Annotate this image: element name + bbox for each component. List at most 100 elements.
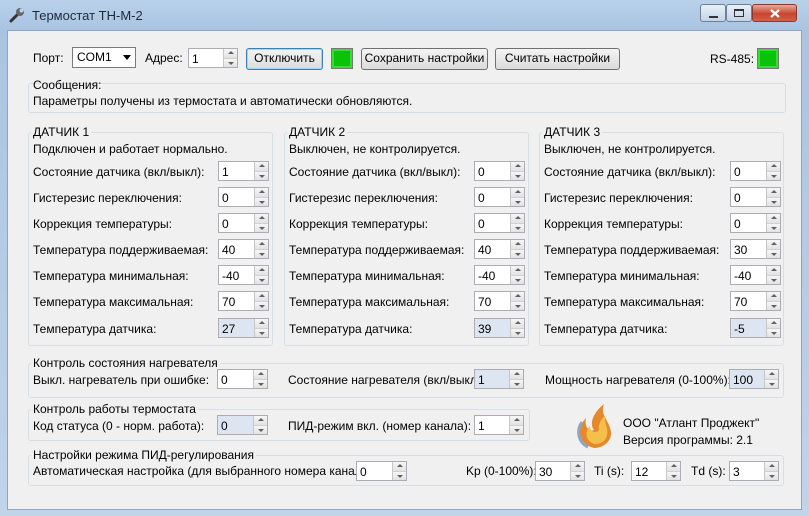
stepper-up-icon[interactable] [510,214,524,223]
stepper-up-icon[interactable] [509,370,523,379]
stepper-up-icon[interactable] [254,292,268,301]
stepper-down-icon[interactable] [510,197,524,206]
stepper-down-icon[interactable] [392,471,406,480]
stepper-up-icon[interactable] [392,462,406,471]
status-code-stepper[interactable]: 0 [217,415,268,435]
sensor-current-stepper[interactable]: 39 [474,318,525,338]
stepper-up-icon[interactable] [766,214,780,223]
sensor-correction-stepper[interactable]: 0 [474,213,525,233]
sensor-min-stepper[interactable]: -40 [218,265,269,285]
stepper-down-icon[interactable] [766,223,780,232]
stepper-up-icon[interactable] [510,240,524,249]
stepper-up-icon[interactable] [253,416,267,425]
sensor-target-stepper[interactable]: 40 [474,239,525,259]
stepper-down-icon[interactable] [509,379,523,388]
save-settings-button[interactable]: Сохранить настройки [361,48,488,70]
stepper-up-icon[interactable] [509,416,523,425]
stepper-up-icon[interactable] [766,292,780,301]
stepper-up-icon[interactable] [223,49,237,58]
sensor-max-stepper[interactable]: 70 [730,291,781,311]
stepper-up-icon[interactable] [254,240,268,249]
stepper-down-icon[interactable] [254,223,268,232]
stepper-down-icon[interactable] [666,471,680,480]
pid-channel-stepper[interactable]: 1 [474,415,524,435]
sensor-hysteresis-stepper[interactable]: 0 [474,187,525,207]
stepper-down-icon[interactable] [510,275,524,284]
stepper-down-icon[interactable] [510,249,524,258]
stepper-up-icon[interactable] [254,319,268,328]
stepper-up-icon[interactable] [510,162,524,171]
sensor-current-stepper[interactable]: 27 [218,318,269,338]
disconnect-button[interactable]: Отключить [246,48,323,70]
stepper-down-icon[interactable] [510,301,524,310]
td-stepper[interactable]: 3 [729,461,779,481]
close-button[interactable] [752,4,797,22]
title-bar[interactable]: Термостат ТН-М-2 [0,0,809,30]
sensor-max-stepper[interactable]: 70 [474,291,525,311]
kp-stepper[interactable]: 30 [535,461,585,481]
sensor-correction-stepper[interactable]: 0 [730,213,781,233]
stepper-down-icon[interactable] [766,275,780,284]
heater-state-stepper[interactable]: 1 [474,369,524,389]
maximize-button[interactable] [726,4,752,22]
stepper-up-icon[interactable] [510,319,524,328]
stepper-up-icon[interactable] [510,266,524,275]
stepper-up-icon[interactable] [766,188,780,197]
stepper-up-icon[interactable] [766,240,780,249]
address-stepper[interactable]: 1 [188,48,238,68]
stepper-up-icon[interactable] [253,370,267,379]
stepper-down-icon[interactable] [254,301,268,310]
stepper-up-icon[interactable] [766,319,780,328]
stepper-down-icon[interactable] [766,197,780,206]
stepper-down-icon[interactable] [570,471,584,480]
stepper-down-icon[interactable] [254,197,268,206]
stepper-down-icon[interactable] [509,425,523,434]
stepper-down-icon[interactable] [510,223,524,232]
sensor-target-stepper[interactable]: 40 [218,239,269,259]
sensor-max-stepper[interactable]: 70 [218,291,269,311]
sensor-correction-stepper[interactable]: 0 [218,213,269,233]
stepper-down-icon[interactable] [766,301,780,310]
heater-error-stepper[interactable]: 0 [217,369,268,389]
sensor-min-stepper[interactable]: -40 [730,265,781,285]
sensor-current-stepper[interactable]: -5 [730,318,781,338]
stepper-up-icon[interactable] [764,462,778,471]
stepper-down-icon[interactable] [510,328,524,337]
stepper-down-icon[interactable] [254,328,268,337]
pid-auto-stepper[interactable]: 0 [356,461,407,481]
stepper-down-icon[interactable] [766,171,780,180]
stepper-down-icon[interactable] [510,171,524,180]
stepper-up-icon[interactable] [254,214,268,223]
stepper-up-icon[interactable] [766,162,780,171]
sensor-hysteresis-stepper[interactable]: 0 [730,187,781,207]
stepper-down-icon[interactable] [764,379,778,388]
sensor-state-stepper[interactable]: 0 [730,161,781,181]
sensor-state-stepper[interactable]: 1 [218,161,269,181]
stepper-down-icon[interactable] [253,379,267,388]
stepper-up-icon[interactable] [766,266,780,275]
minimize-button[interactable] [700,4,726,22]
heater-power-stepper[interactable]: 100 [729,369,779,389]
stepper-up-icon[interactable] [254,188,268,197]
sensor-target-stepper[interactable]: 30 [730,239,781,259]
stepper-down-icon[interactable] [253,425,267,434]
stepper-down-icon[interactable] [254,249,268,258]
stepper-down-icon[interactable] [254,171,268,180]
stepper-down-icon[interactable] [764,471,778,480]
read-settings-button[interactable]: Считать настройки [495,48,620,70]
stepper-up-icon[interactable] [764,370,778,379]
sensor-min-stepper[interactable]: -40 [474,265,525,285]
sensor-state-stepper[interactable]: 0 [474,161,525,181]
stepper-up-icon[interactable] [254,266,268,275]
stepper-down-icon[interactable] [766,249,780,258]
stepper-up-icon[interactable] [510,188,524,197]
stepper-up-icon[interactable] [570,462,584,471]
stepper-down-icon[interactable] [766,328,780,337]
sensor-hysteresis-stepper[interactable]: 0 [218,187,269,207]
ti-stepper[interactable]: 12 [631,461,681,481]
stepper-up-icon[interactable] [254,162,268,171]
stepper-up-icon[interactable] [510,292,524,301]
port-select[interactable]: COM1 [72,47,136,68]
stepper-down-icon[interactable] [223,58,237,67]
stepper-up-icon[interactable] [666,462,680,471]
